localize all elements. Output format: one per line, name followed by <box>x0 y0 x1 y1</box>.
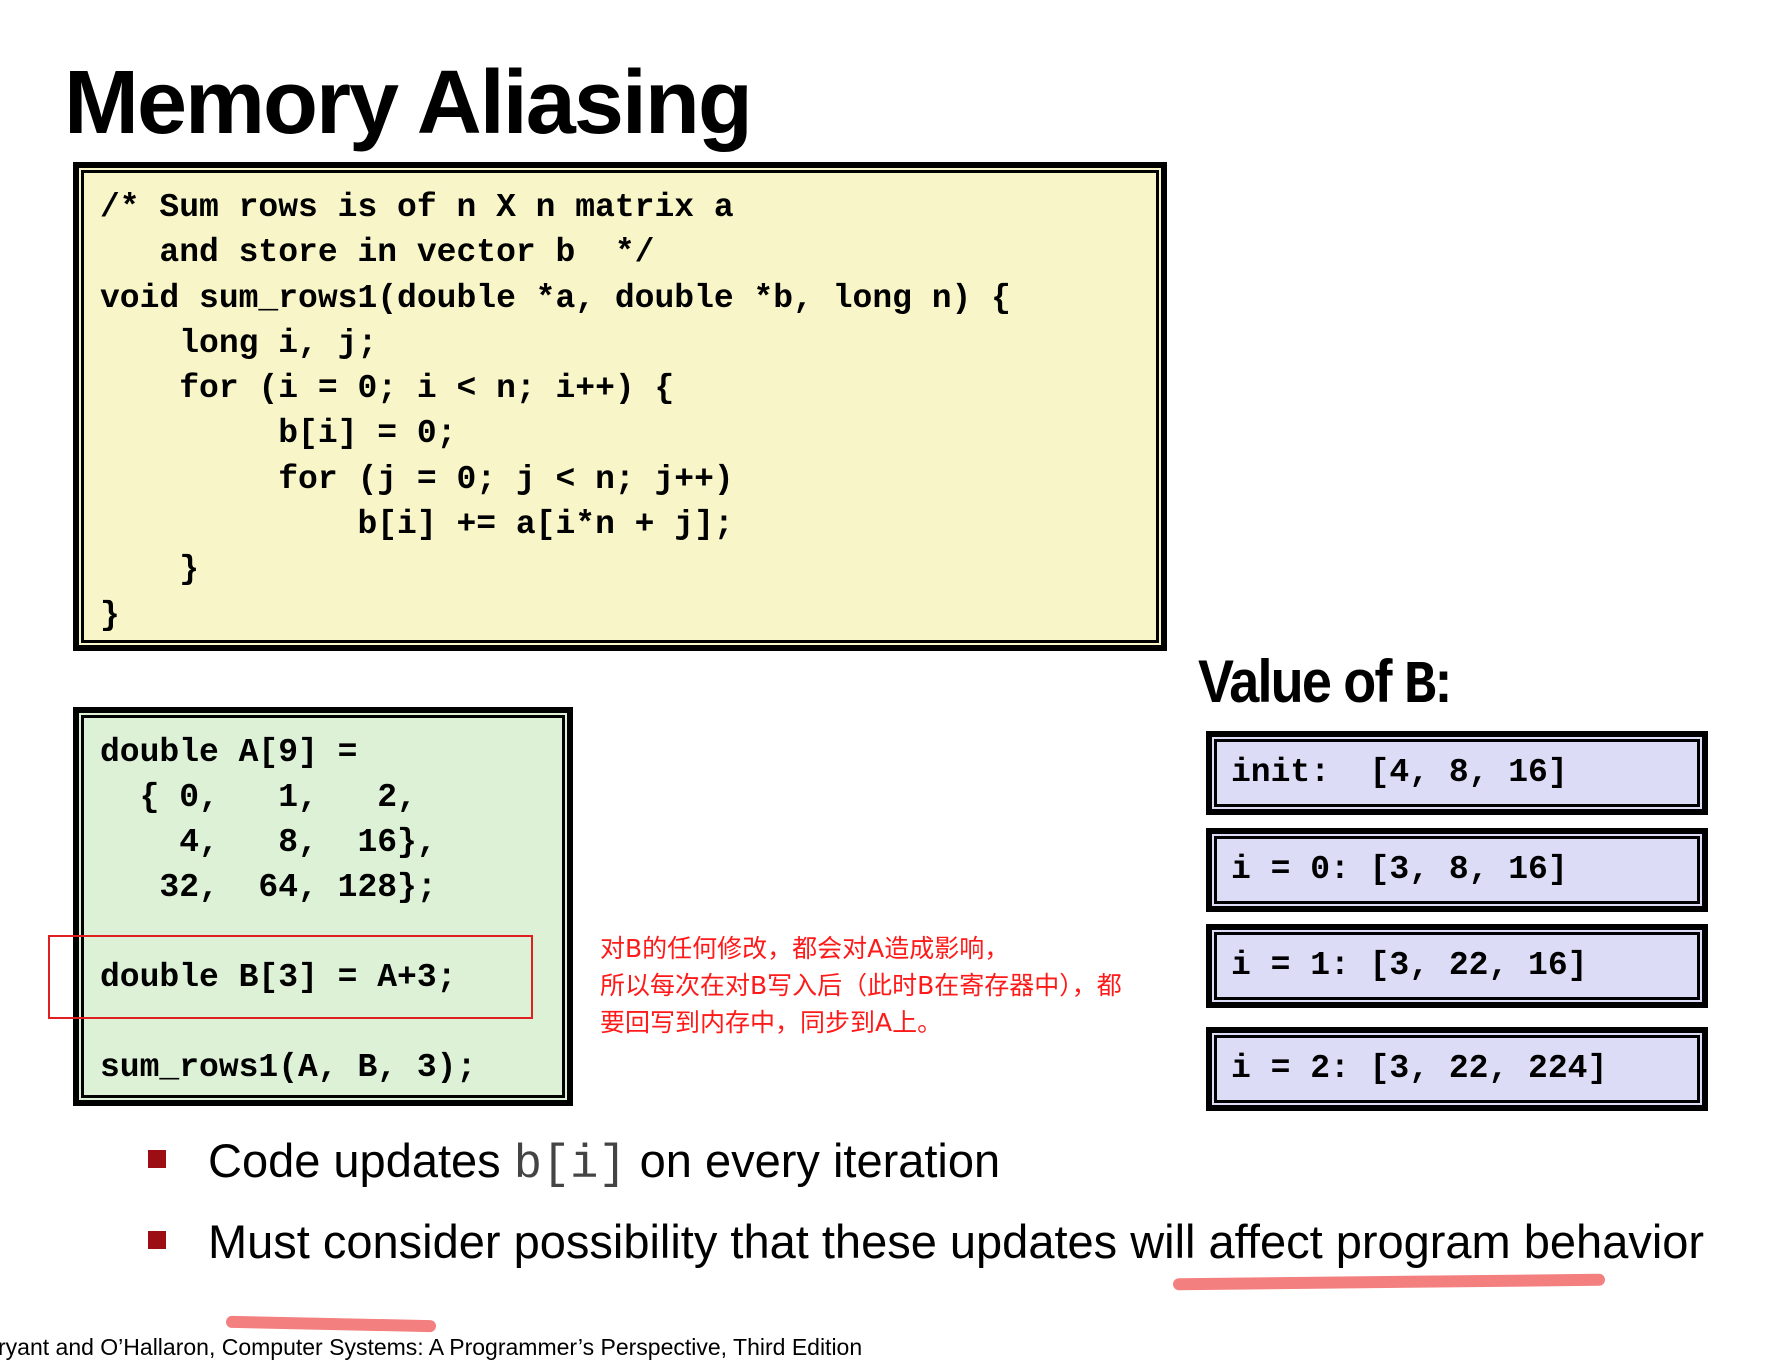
value-of-b-heading: Value of B: <box>1198 652 1452 718</box>
b-value-row-init: init: [4, 8, 16] <box>1206 731 1708 815</box>
sum-rows-code-block: /* Sum rows is of n X n matrix a and sto… <box>73 162 1167 651</box>
bullet-1-text-post: on every iteration <box>626 1134 1001 1187</box>
bullet-1-code: b[i] <box>513 1139 627 1192</box>
bullet-item-2: Must consider possibility that these upd… <box>148 1211 1708 1273</box>
value-of-b-heading-suffix: : <box>1434 648 1452 715</box>
b-value-row-i0: i = 0: [3, 8, 16] <box>1206 828 1708 912</box>
footer-citation: ryant and O’Hallaron, Computer Systems: … <box>0 1334 863 1360</box>
highlight-underline-behavior <box>225 1315 437 1333</box>
highlight-underline-program <box>1172 1273 1606 1291</box>
b-value-row-i2: i = 2: [3, 22, 224] <box>1206 1027 1708 1111</box>
bullet-list: Code updates b[i] on every iteration Mus… <box>148 1130 1708 1273</box>
value-of-b-heading-var: B <box>1403 653 1436 721</box>
bullet-square-icon <box>148 1231 166 1249</box>
value-of-b-heading-prefix: Value of <box>1198 648 1404 715</box>
annotation-note: 对B的任何修改，都会对A造成影响， 所以每次在对B写入后（此时B在寄存器中），都… <box>600 934 1122 1037</box>
b-value-row-i1: i = 1: [3, 22, 16] <box>1206 924 1708 1008</box>
bullet-1-text-pre: Code updates <box>208 1134 514 1187</box>
bullet-2-text: Must consider possibility that these upd… <box>208 1215 1705 1268</box>
slide-title: Memory Aliasing <box>64 53 753 153</box>
bullet-item-1: Code updates b[i] on every iteration <box>148 1130 1208 1197</box>
bullet-square-icon <box>148 1150 166 1168</box>
array-declaration-code: double A[9] = { 0, 1, 2, 4, 8, 16}, 32, … <box>100 734 477 1086</box>
sum-rows-code: /* Sum rows is of n X n matrix a and sto… <box>100 189 1011 634</box>
array-declaration-code-block: double A[9] = { 0, 1, 2, 4, 8, 16}, 32, … <box>73 707 573 1106</box>
b-declaration-highlight-box <box>48 935 533 1019</box>
